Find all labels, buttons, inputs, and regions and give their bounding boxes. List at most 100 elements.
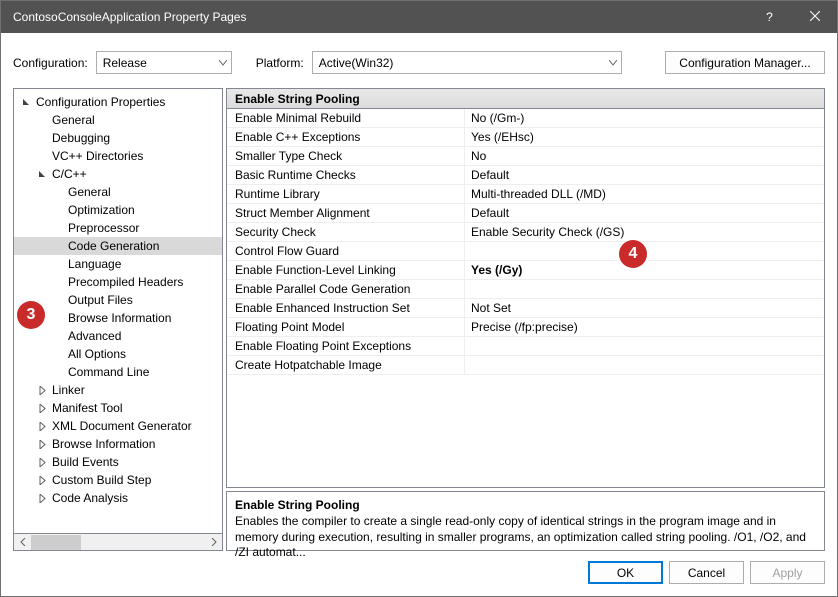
tree-panel: Configuration Properties General Debugging… — [13, 88, 223, 551]
property-row[interactable]: Control Flow Guard — [227, 242, 824, 261]
chevron-down-icon — [609, 60, 617, 66]
expander-closed-icon[interactable] — [36, 384, 48, 396]
expander-closed-icon[interactable] — [36, 474, 48, 486]
property-name: Enable C++ Exceptions — [227, 128, 465, 146]
property-row[interactable]: Security CheckEnable Security Check (/GS… — [227, 223, 824, 242]
tree-item[interactable]: Browse Information — [14, 309, 222, 327]
tree-item[interactable]: Linker — [14, 381, 222, 399]
expander-closed-icon[interactable] — [36, 456, 48, 468]
tree-item[interactable]: Code Generation — [14, 237, 222, 255]
tree-item-label: Precompiled Headers — [68, 275, 183, 289]
property-value[interactable] — [465, 280, 824, 298]
expander-closed-icon[interactable] — [36, 420, 48, 432]
property-row[interactable]: Enable C++ ExceptionsYes (/EHsc) — [227, 128, 824, 147]
tree-item-label: Build Events — [52, 455, 119, 469]
tree-item-label: Preprocessor — [68, 221, 139, 235]
tree-item[interactable]: All Options — [14, 345, 222, 363]
property-row[interactable]: Enable Floating Point Exceptions — [227, 337, 824, 356]
property-value[interactable] — [465, 356, 824, 374]
main-content: Configuration Properties General Debugging… — [1, 88, 837, 551]
property-row[interactable]: Enable Function-Level LinkingYes (/Gy) — [227, 261, 824, 280]
property-row[interactable]: Floating Point ModelPrecise (/fp:precise… — [227, 318, 824, 337]
tree-item-label: Output Files — [68, 293, 133, 307]
scroll-thumb[interactable] — [31, 535, 81, 550]
tree-item[interactable]: Code Analysis — [14, 489, 222, 507]
ok-button[interactable]: OK — [588, 561, 663, 584]
tree-item[interactable]: XML Document Generator — [14, 417, 222, 435]
tree-item[interactable]: Output Files — [14, 291, 222, 309]
property-grid: Enable String Pooling Enable Minimal Reb… — [226, 88, 825, 488]
property-name: Floating Point Model — [227, 318, 465, 336]
expander-closed-icon[interactable] — [36, 402, 48, 414]
scroll-right-button[interactable] — [205, 535, 222, 550]
property-row[interactable]: Struct Member AlignmentDefault — [227, 204, 824, 223]
tree-item[interactable]: Language — [14, 255, 222, 273]
property-row[interactable]: Runtime LibraryMulti-threaded DLL (/MD) — [227, 185, 824, 204]
window-title: ContosoConsoleApplication Property Pages — [13, 10, 747, 24]
scroll-left-button[interactable] — [14, 535, 31, 550]
property-name: Enable Enhanced Instruction Set — [227, 299, 465, 317]
tree-item[interactable]: Configuration Properties — [14, 93, 222, 111]
tree-item[interactable]: General — [14, 111, 222, 129]
tree-item-label: C/C++ — [52, 167, 87, 181]
property-value[interactable]: No (/Gm-) — [465, 109, 824, 127]
tree-item-label: General — [52, 113, 95, 127]
property-row[interactable]: Basic Runtime ChecksDefault — [227, 166, 824, 185]
expander-open-icon[interactable] — [36, 168, 48, 180]
tree-item[interactable]: Command Line — [14, 363, 222, 381]
platform-dropdown[interactable]: Active(Win32) — [312, 51, 622, 74]
tree-item[interactable]: Custom Build Step — [14, 471, 222, 489]
expander-closed-icon[interactable] — [36, 438, 48, 450]
tree-item-label: Code Analysis — [52, 491, 128, 505]
tree-item[interactable]: VC++ Directories — [14, 147, 222, 165]
property-value[interactable]: Enable Security Check (/GS) — [465, 223, 824, 241]
tree-item[interactable]: Precompiled Headers — [14, 273, 222, 291]
tree-item[interactable]: Build Events — [14, 453, 222, 471]
property-value[interactable]: No — [465, 147, 824, 165]
tree-item[interactable]: General — [14, 183, 222, 201]
help-button[interactable]: ? — [747, 1, 792, 33]
expander-closed-icon[interactable] — [36, 492, 48, 504]
tree-item[interactable]: Preprocessor — [14, 219, 222, 237]
property-row[interactable]: Enable Enhanced Instruction SetNot Set — [227, 299, 824, 318]
property-name: Runtime Library — [227, 185, 465, 203]
close-icon — [810, 10, 820, 24]
configuration-dropdown[interactable]: Release — [96, 51, 232, 74]
cancel-button[interactable]: Cancel — [669, 561, 744, 584]
expander-open-icon[interactable] — [20, 96, 32, 108]
property-value[interactable]: Multi-threaded DLL (/MD) — [465, 185, 824, 203]
property-name: Basic Runtime Checks — [227, 166, 465, 184]
chevron-down-icon — [219, 60, 227, 66]
property-value[interactable]: Not Set — [465, 299, 824, 317]
property-value[interactable]: Yes (/Gy) — [465, 261, 824, 279]
tree-item[interactable]: Optimization — [14, 201, 222, 219]
property-name: Enable Minimal Rebuild — [227, 109, 465, 127]
property-value[interactable] — [465, 337, 824, 355]
tree-item[interactable]: Advanced — [14, 327, 222, 345]
property-row[interactable]: Enable Parallel Code Generation — [227, 280, 824, 299]
callout-badge-4: 4 — [619, 240, 647, 268]
tree-item[interactable]: C/C++ — [14, 165, 222, 183]
property-value[interactable]: Default — [465, 204, 824, 222]
property-value[interactable]: Precise (/fp:precise) — [465, 318, 824, 336]
description-title: Enable String Pooling — [235, 498, 816, 512]
property-value[interactable]: Yes (/EHsc) — [465, 128, 824, 146]
scroll-track[interactable] — [31, 535, 205, 550]
tree-item-label: Optimization — [68, 203, 135, 217]
tree-item[interactable]: Browse Information — [14, 435, 222, 453]
close-button[interactable] — [792, 1, 837, 33]
property-panel: Enable String Pooling Enable Minimal Reb… — [226, 88, 825, 551]
tree-item[interactable]: Debugging — [14, 129, 222, 147]
property-row[interactable]: Create Hotpatchable Image — [227, 356, 824, 375]
property-name: Smaller Type Check — [227, 147, 465, 165]
horizontal-scrollbar[interactable] — [13, 534, 223, 551]
platform-value: Active(Win32) — [319, 56, 394, 70]
titlebar: ContosoConsoleApplication Property Pages… — [1, 1, 837, 33]
property-value[interactable]: Default — [465, 166, 824, 184]
grid-header: Enable String Pooling — [227, 89, 824, 109]
property-row[interactable]: Enable Minimal RebuildNo (/Gm-) — [227, 109, 824, 128]
tree-item[interactable]: Manifest Tool — [14, 399, 222, 417]
configuration-manager-button[interactable]: Configuration Manager... — [665, 51, 825, 74]
property-row[interactable]: Smaller Type CheckNo — [227, 147, 824, 166]
tree-item-label: XML Document Generator — [52, 419, 192, 433]
